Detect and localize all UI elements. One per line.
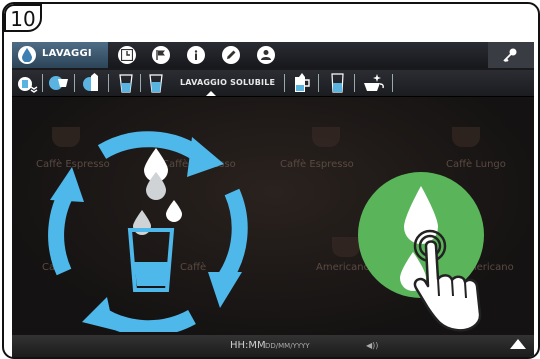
rinse-start-button[interactable] bbox=[358, 172, 484, 332]
glass-icon[interactable] bbox=[116, 73, 136, 93]
bg-cup bbox=[332, 237, 360, 257]
separator bbox=[42, 74, 43, 92]
clock-icon[interactable] bbox=[118, 46, 136, 64]
tap-hand-icon bbox=[413, 229, 482, 332]
milk-icon[interactable] bbox=[82, 73, 102, 93]
active-tab-caret bbox=[206, 91, 216, 96]
separator bbox=[284, 74, 285, 92]
separator bbox=[140, 74, 141, 92]
volume-icon[interactable]: ◀)) bbox=[366, 341, 378, 350]
status-bar: HH:MM DD/MM/YYYY ◀)) bbox=[12, 335, 534, 357]
separator bbox=[74, 74, 75, 92]
bg-cup bbox=[312, 127, 340, 147]
step-frame: 10 LAVAGGI LAVAGGIO SOLUBILE Caffè Espre… bbox=[2, 2, 540, 359]
sub-bar: LAVAGGIO SOLUBILE bbox=[12, 70, 534, 97]
tab-lavaggi-label: LAVAGGI bbox=[42, 48, 92, 59]
pencil-icon[interactable] bbox=[222, 46, 240, 64]
sub-tab-label[interactable]: LAVAGGIO SOLUBILE bbox=[180, 78, 275, 87]
rinse-cycle-graphic bbox=[48, 131, 248, 332]
cleaning-cycle-icon[interactable] bbox=[16, 73, 38, 93]
key-button[interactable] bbox=[488, 42, 534, 68]
sparkle-cleaning-icon[interactable] bbox=[362, 73, 384, 93]
top-bar: LAVAGGI bbox=[12, 42, 534, 68]
time-display: HH:MM bbox=[230, 340, 266, 351]
key-icon bbox=[503, 48, 517, 63]
milk-pitcher-icon[interactable] bbox=[292, 73, 312, 93]
soluble-glass-icon[interactable] bbox=[146, 73, 166, 93]
bg-product-label: Caffè Lungo bbox=[446, 159, 506, 170]
machine-screen: LAVAGGI LAVAGGIO SOLUBILE Caffè Espresso… bbox=[12, 42, 534, 357]
separator bbox=[318, 74, 319, 92]
flag-icon[interactable] bbox=[152, 46, 170, 64]
cup-icon[interactable] bbox=[48, 73, 68, 93]
separator bbox=[354, 74, 355, 92]
bg-product-label: Caffè Espresso bbox=[280, 159, 354, 170]
tab-lavaggi[interactable]: LAVAGGI bbox=[12, 42, 108, 68]
separator bbox=[392, 74, 393, 92]
info-icon[interactable] bbox=[187, 46, 205, 64]
tall-glass-icon[interactable] bbox=[328, 73, 348, 93]
drop-icon bbox=[18, 46, 36, 64]
date-display: DD/MM/YYYY bbox=[265, 342, 310, 350]
separator bbox=[108, 74, 109, 92]
expand-up-icon[interactable] bbox=[510, 339, 526, 349]
bg-cup bbox=[452, 127, 480, 147]
step-number: 10 bbox=[4, 4, 42, 32]
user-icon[interactable] bbox=[257, 46, 275, 64]
